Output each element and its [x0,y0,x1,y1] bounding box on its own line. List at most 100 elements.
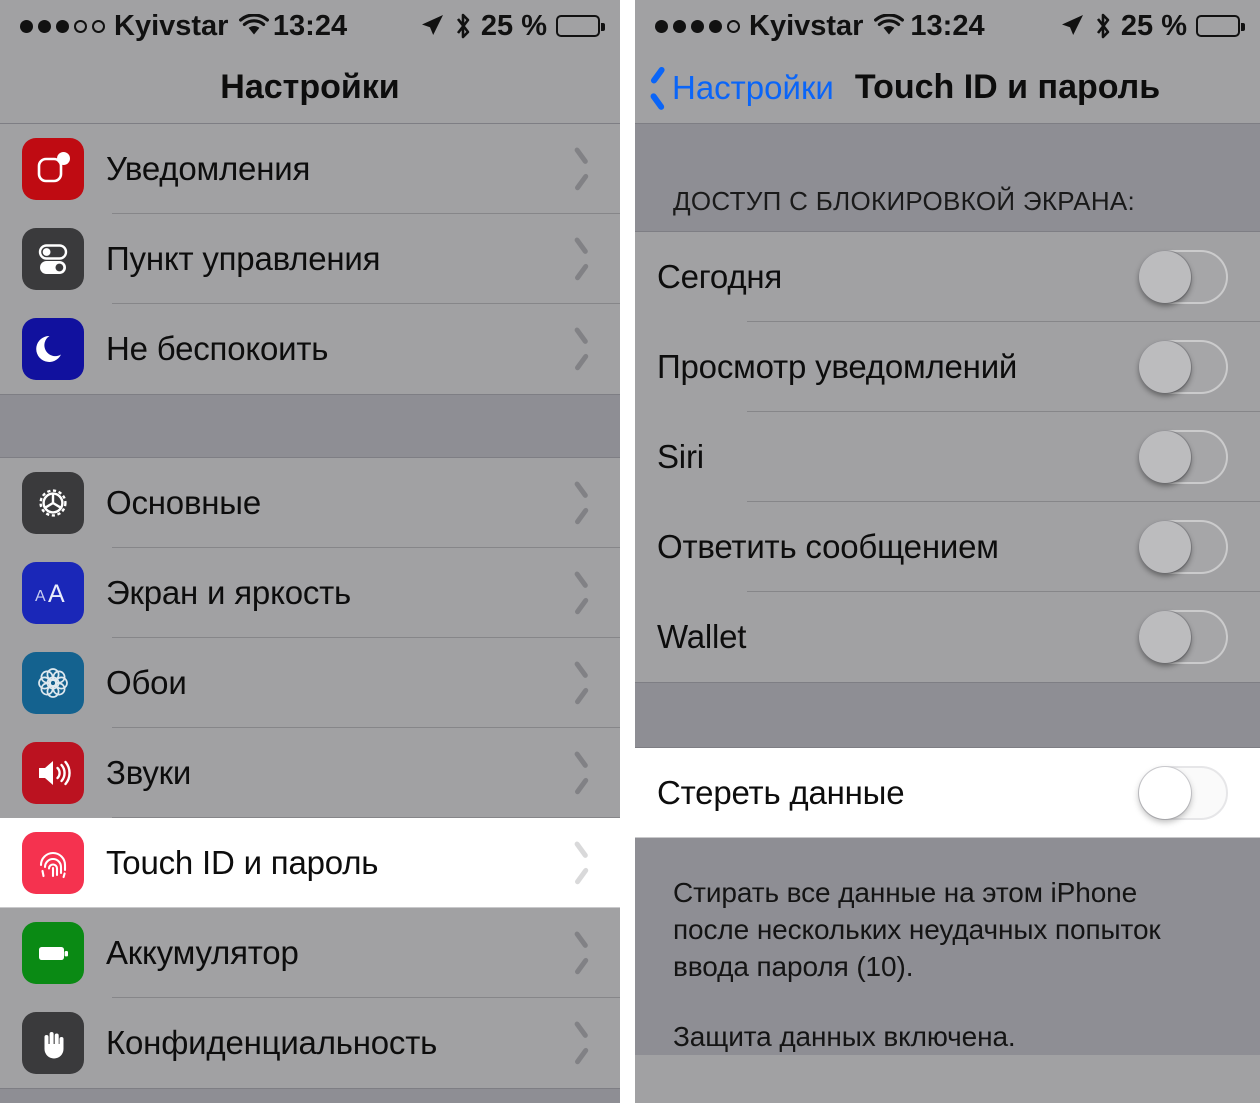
toggle-reply-with-message[interactable] [1138,520,1228,574]
settings-list-screen: Kyivstar 13:24 25 % Настройки Уведомлени… [0,0,620,1103]
sidebar-item-label: Обои [106,664,187,701]
svg-text:A: A [48,580,65,608]
setting-row-siri[interactable]: Siri [635,412,1260,502]
sidebar-item-display-brightness[interactable]: A A Экран и яркость [0,548,620,638]
bluetooth-icon [454,12,472,40]
setting-row-label: Wallet [657,618,747,655]
erase-data-group: Стереть данные [635,748,1260,838]
sidebar-item-label: Основные [106,484,261,521]
toggle-siri[interactable] [1138,430,1228,484]
sidebar-item-label: Звуки [106,754,192,791]
setting-row-label: Сегодня [657,258,783,295]
lock-screen-access-group: Сегодня Просмотр уведомлений Siri Ответи… [635,232,1260,682]
status-bar-left: Kyivstar 13:24 25 % [0,0,620,52]
sidebar-item-label: Уведомления [106,150,311,187]
settings-group-2: Основные A A Экран и яркость Обои Звуки … [0,458,620,1088]
chevron-right-icon [573,578,590,608]
back-button-label: Настройки [672,68,834,106]
sidebar-item-touch-id-passcode[interactable]: Touch ID и пароль [0,818,620,908]
footer-paragraph-2: Защита данных включена. [673,1020,1016,1052]
wifi-icon [239,14,270,38]
chevron-right-icon [573,244,590,274]
battery-percent-label: 25 % [1120,9,1187,42]
wifi-icon [874,14,905,38]
footer-paragraph-1: Стирать все данные на этом iPhone после … [673,877,1161,983]
dual-screenshot-container: Kyivstar 13:24 25 % Настройки Уведомлени… [0,0,1260,1103]
page-title: Настройки [220,68,400,106]
location-arrow-icon [1059,13,1085,39]
status-bar-right-cluster: 25 % [1059,9,1245,43]
display-aa-icon: A A [22,562,84,624]
chevron-right-icon [573,154,590,184]
setting-row-notifications-view[interactable]: Просмотр уведомлений [635,322,1260,412]
general-gear-icon [22,472,84,534]
carrier-label: Kyivstar [749,9,864,42]
battery-icon [22,922,84,984]
sidebar-item-do-not-disturb[interactable]: Не беспокоить [0,304,620,394]
setting-row-label: Стереть данные [657,774,905,811]
erase-data-footer: Стирать все данные на этом iPhone после … [635,838,1260,1055]
setting-row-wallet[interactable]: Wallet [635,592,1260,682]
privacy-hand-icon [22,1012,84,1074]
group-separator [0,394,620,458]
sidebar-item-label: Экран и яркость [106,574,352,611]
setting-row-label: Siri [657,438,704,475]
sounds-speaker-icon [22,742,84,804]
setting-row-label: Просмотр уведомлений [657,348,1018,385]
panel-divider [620,0,635,1103]
sidebar-item-control-center[interactable]: Пункт управления [0,214,620,304]
sidebar-item-privacy[interactable]: Конфиденциальность [0,998,620,1088]
sidebar-item-label: Не беспокоить [106,330,329,367]
svg-text:A: A [35,588,46,605]
sidebar-item-label: Touch ID и пароль [106,844,379,881]
sidebar-item-notifications[interactable]: Уведомления [0,124,620,214]
toggle-wallet[interactable] [1138,610,1228,664]
sidebar-item-wallpaper[interactable]: Обои [0,638,620,728]
sidebar-item-label: Аккумулятор [106,934,299,971]
toggle-notifications-view[interactable] [1138,340,1228,394]
back-button[interactable]: Настройки [635,69,834,107]
notifications-icon [22,138,84,200]
settings-group-1: Уведомления Пункт управления Не беспокои… [0,124,620,394]
sidebar-item-battery[interactable]: Аккумулятор [0,908,620,998]
chevron-right-icon [573,488,590,518]
chevron-left-icon [649,73,666,103]
status-bar-right: Kyivstar 13:24 25 % [635,0,1260,52]
section-header-lock-screen-access: ДОСТУП С БЛОКИРОВКОЙ ЭКРАНА: [673,186,1136,216]
toggle-today[interactable] [1138,250,1228,304]
bluetooth-icon [1094,12,1112,40]
battery-percent-label: 25 % [480,9,547,42]
signal-strength-dots [655,19,740,33]
section-header-container: ДОСТУП С БЛОКИРОВКОЙ ЭКРАНА: [635,124,1260,232]
chevron-right-icon [573,1028,590,1058]
carrier-label: Kyivstar [114,9,229,42]
setting-row-today[interactable]: Сегодня [635,232,1260,322]
battery-icon [1196,15,1245,37]
chevron-right-icon [573,848,590,878]
sidebar-item-label: Конфиденциальность [106,1024,438,1061]
setting-row-label: Ответить сообщением [657,528,999,565]
touch-id-passcode-screen: Kyivstar 13:24 25 % Настройки Touch ID и… [635,0,1260,1103]
chevron-right-icon [573,668,590,698]
status-bar-right-cluster: 25 % [419,9,605,43]
status-bar-left-cluster: Kyivstar [20,9,270,43]
location-arrow-icon [419,13,445,39]
sidebar-item-sounds[interactable]: Звуки [0,728,620,818]
toggle-erase-data[interactable] [1138,766,1228,820]
battery-icon [556,15,605,37]
touch-id-icon [22,832,84,894]
status-bar-left-cluster: Kyivstar [655,9,905,43]
setting-row-reply-with-message[interactable]: Ответить сообщением [635,502,1260,592]
bottom-spacer [0,1088,620,1103]
chevron-right-icon [573,334,590,364]
nav-bar-left: Настройки [0,52,620,124]
setting-row-erase-data[interactable]: Стереть данные [635,748,1260,838]
chevron-right-icon [573,938,590,968]
nav-bar-right: Настройки Touch ID и пароль [635,52,1260,124]
group-separator [635,682,1260,748]
control-center-icon [22,228,84,290]
sidebar-item-general[interactable]: Основные [0,458,620,548]
signal-strength-dots [20,19,105,33]
chevron-right-icon [573,758,590,788]
sidebar-item-label: Пункт управления [106,240,381,277]
